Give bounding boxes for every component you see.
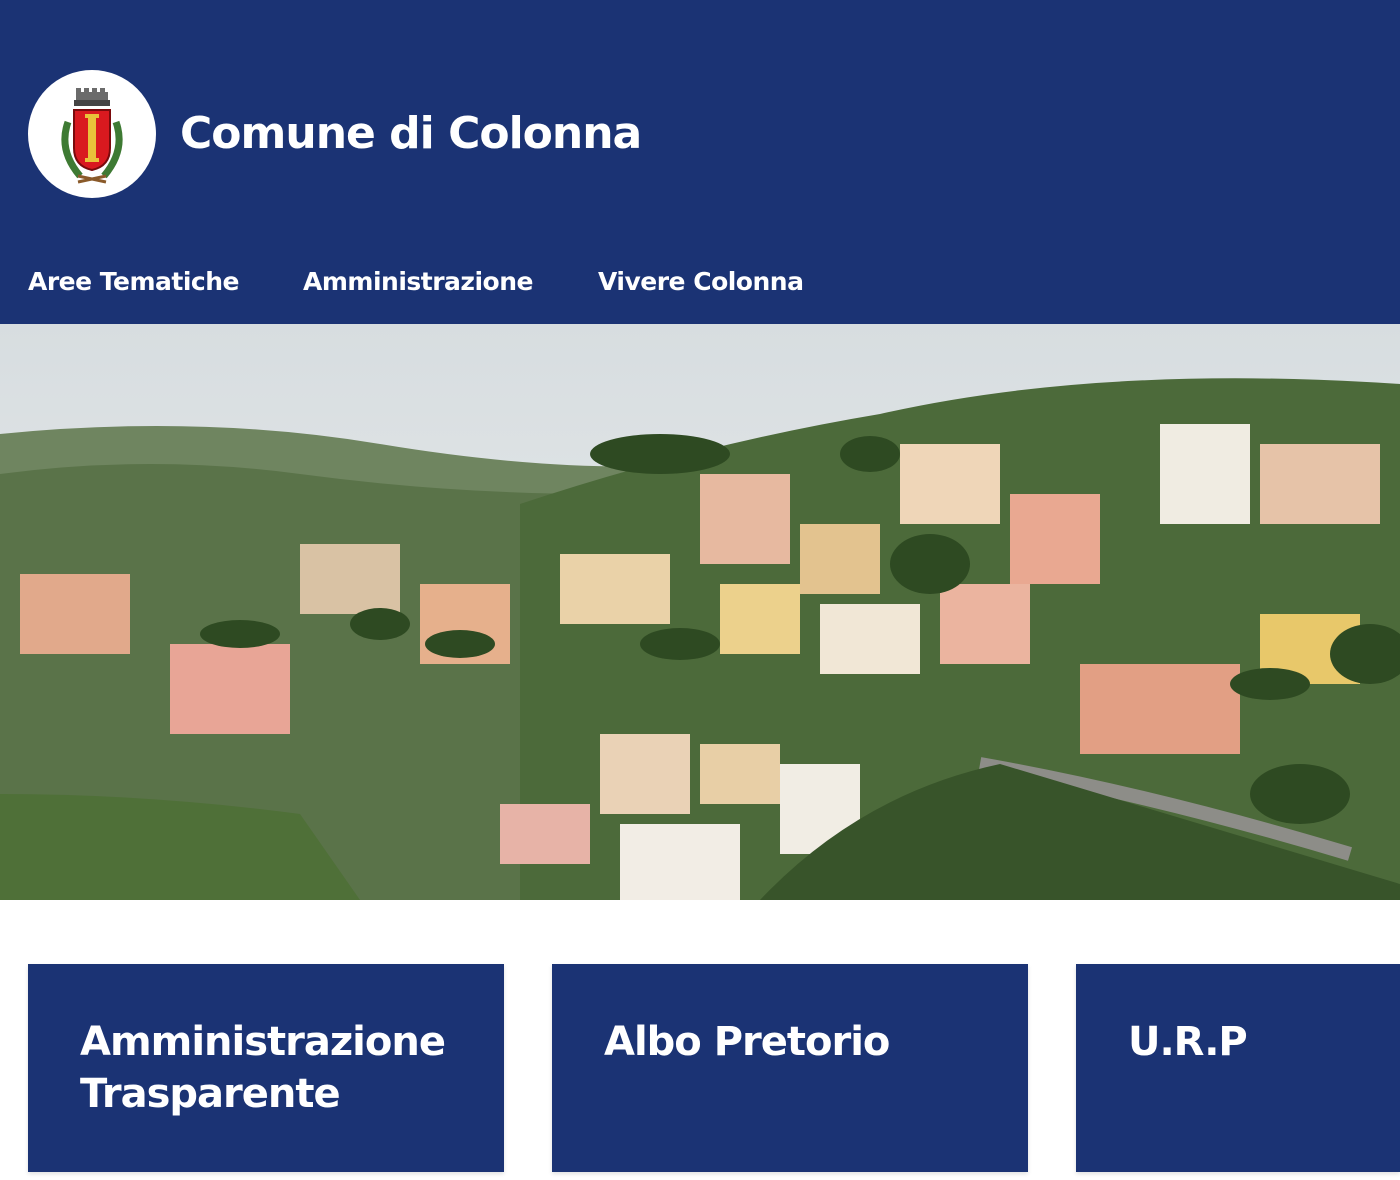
nav-item-aree-tematiche[interactable]: Aree Tematiche <box>28 264 240 300</box>
card-title: Albo Pretorio <box>604 1019 890 1065</box>
hero-image <box>0 324 1400 900</box>
card-urp[interactable]: U.R.P <box>1076 964 1400 1172</box>
town-panorama-icon <box>0 324 1400 900</box>
card-title: U.R.P <box>1128 1019 1248 1065</box>
site-header: Comune di Colonna Aree Tematiche Amminis… <box>0 0 1400 324</box>
logo[interactable] <box>28 70 156 198</box>
coat-of-arms-icon <box>61 88 123 184</box>
card-title: Amministrazione Trasparente <box>80 1019 446 1117</box>
card-amministrazione-trasparente[interactable]: Amministrazione Trasparente <box>28 964 504 1172</box>
nav-item-vivere-colonna[interactable]: Vivere Colonna <box>598 264 804 300</box>
site-title[interactable]: Comune di Colonna <box>180 104 642 164</box>
card-albo-pretorio[interactable]: Albo Pretorio <box>552 964 1028 1172</box>
nav-item-amministrazione[interactable]: Amministrazione <box>303 264 533 300</box>
